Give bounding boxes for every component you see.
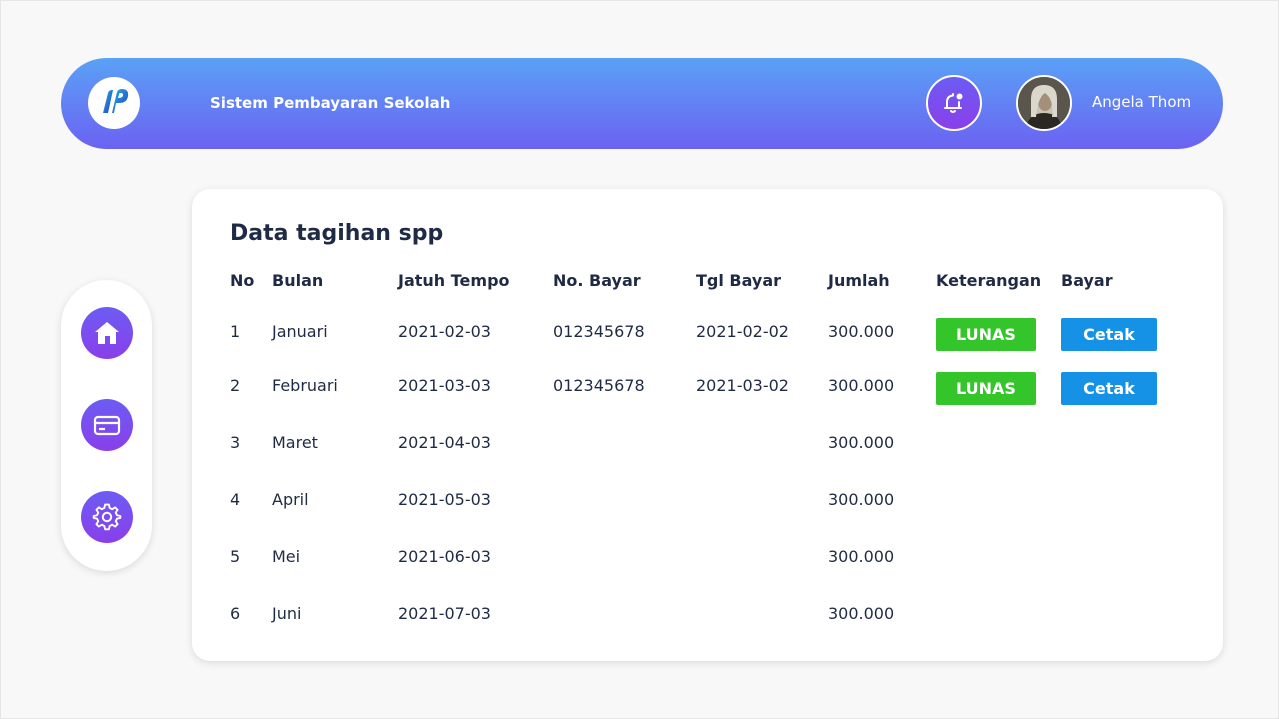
- sidebar-item-payment[interactable]: [81, 399, 133, 451]
- cell-jumlah: 300.000: [828, 490, 895, 509]
- cell-no: 4: [230, 490, 241, 509]
- cell-jatuh-tempo: 2021-02-03: [398, 322, 491, 341]
- avatar[interactable]: [1016, 75, 1072, 131]
- sidebar: [61, 280, 152, 571]
- column-header-tgl-bayar: Tgl Bayar: [696, 271, 782, 290]
- cell-bulan: Juni: [272, 604, 302, 623]
- app-title: Sistem Pembayaran Sekolah: [210, 94, 451, 112]
- cell-jumlah: 300.000: [828, 376, 895, 395]
- column-header-bayar: Bayar: [1061, 271, 1113, 290]
- cell-no: 2: [230, 376, 241, 395]
- cell-bulan: Maret: [272, 433, 318, 452]
- cell-no: 6: [230, 604, 241, 623]
- card-icon: [93, 415, 121, 436]
- print-button[interactable]: Cetak: [1061, 372, 1157, 405]
- column-header-jumlah: Jumlah: [828, 271, 890, 290]
- cell-jumlah: 300.000: [828, 547, 895, 566]
- cell-no: 1: [230, 322, 241, 341]
- print-button[interactable]: Cetak: [1061, 318, 1157, 351]
- column-header-keterangan: Keterangan: [936, 271, 1042, 290]
- cell-jatuh-tempo: 2021-05-03: [398, 490, 491, 509]
- status-badge: LUNAS: [936, 318, 1036, 351]
- cell-bulan: Januari: [272, 322, 328, 341]
- cell-jumlah: 300.000: [828, 604, 895, 623]
- column-header-bulan: Bulan: [272, 271, 324, 290]
- top-header: Sistem Pembayaran Sekolah Angela Thom: [61, 58, 1223, 149]
- user-photo-icon: [1018, 77, 1070, 129]
- app-logo[interactable]: [88, 77, 140, 129]
- notification-button[interactable]: [926, 75, 982, 131]
- cell-bulan: April: [272, 490, 309, 509]
- cell-tgl-bayar: 2021-03-02: [696, 376, 789, 395]
- cell-no: 3: [230, 433, 241, 452]
- cell-jatuh-tempo: 2021-07-03: [398, 604, 491, 623]
- page-title: Data tagihan spp: [230, 221, 444, 246]
- cell-bulan: Februari: [272, 376, 338, 395]
- column-header-no: No: [230, 271, 255, 290]
- column-header-no-bayar: No. Bayar: [553, 271, 641, 290]
- billing-card: Data tagihan spp No Bulan Jatuh Tempo No…: [192, 189, 1223, 661]
- logo-icon: [103, 89, 129, 113]
- sidebar-item-settings[interactable]: [81, 491, 133, 543]
- status-badge: LUNAS: [936, 372, 1036, 405]
- cell-no: 5: [230, 547, 241, 566]
- cell-tgl-bayar: 2021-02-02: [696, 322, 789, 341]
- user-name[interactable]: Angela Thom: [1092, 93, 1191, 111]
- bell-icon: [944, 93, 963, 113]
- cell-jatuh-tempo: 2021-06-03: [398, 547, 491, 566]
- cell-jumlah: 300.000: [828, 433, 895, 452]
- column-header-jatuh-tempo: Jatuh Tempo: [398, 271, 510, 290]
- cell-bulan: Mei: [272, 547, 301, 566]
- cell-no-bayar: 012345678: [553, 322, 645, 341]
- home-icon: [95, 322, 119, 344]
- cell-jatuh-tempo: 2021-03-03: [398, 376, 491, 395]
- cell-jumlah: 300.000: [828, 322, 895, 341]
- sidebar-item-home[interactable]: [81, 307, 133, 359]
- cell-no-bayar: 012345678: [553, 376, 645, 395]
- gear-icon: [92, 503, 122, 531]
- cell-jatuh-tempo: 2021-04-03: [398, 433, 491, 452]
